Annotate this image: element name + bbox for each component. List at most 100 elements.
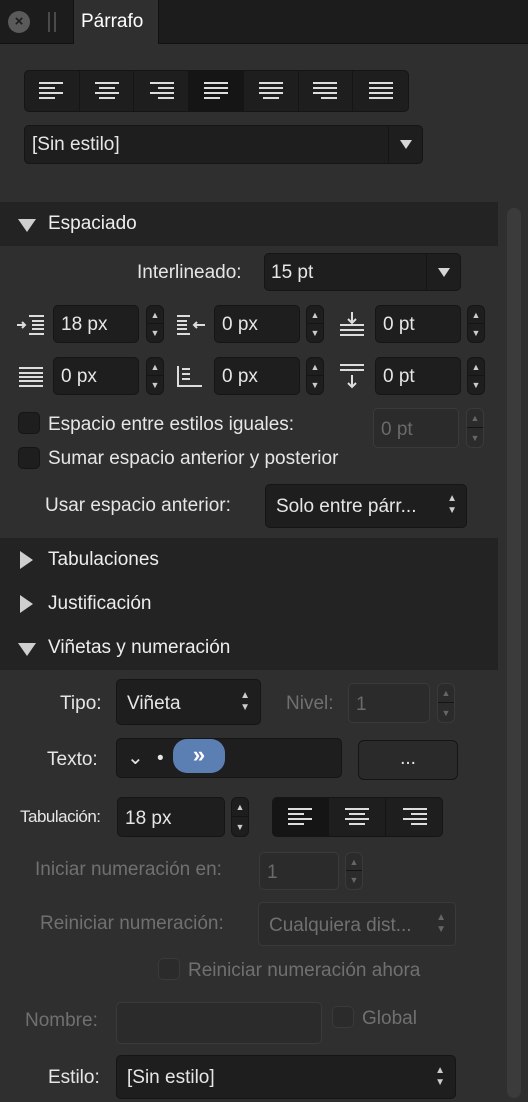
use-before-value: Solo entre párr... xyxy=(276,496,417,517)
type-value: Viñeta xyxy=(127,693,181,714)
drag-handle-icon[interactable] xyxy=(48,12,56,32)
justify-right-icon xyxy=(313,82,338,99)
style-dropdown[interactable]: [Sin estilo] ▲ ▼ xyxy=(116,1055,456,1099)
chevron-down-icon xyxy=(426,254,460,290)
left-indent-input[interactable]: 18 px xyxy=(53,305,139,343)
align-center-button[interactable] xyxy=(80,71,135,111)
global-checkbox xyxy=(332,1006,354,1028)
justify-left-button[interactable] xyxy=(189,71,244,111)
style-label: Estilo: xyxy=(48,1067,100,1088)
triangle-down-icon xyxy=(18,643,36,656)
level-label: Nivel: xyxy=(286,693,334,714)
section-bullets[interactable]: Viñetas y numeración xyxy=(0,626,498,670)
bullet-align-center-button[interactable] xyxy=(329,798,386,836)
tab-input[interactable]: 18 px xyxy=(117,797,225,837)
start-numbering-label: Iniciar numeración en: xyxy=(35,859,222,880)
bullet-dropdown-icon[interactable]: ⌄ xyxy=(127,745,144,770)
first-line-indent-stepper[interactable]: ▲ ▼ xyxy=(306,305,324,343)
section-tabs[interactable]: Tabulaciones xyxy=(0,538,498,582)
align-left-button[interactable] xyxy=(25,71,80,111)
updown-chevron-icon: ▲ ▼ xyxy=(240,690,250,713)
align-right-button[interactable] xyxy=(134,71,190,111)
scrollbar[interactable] xyxy=(507,208,521,1098)
align-right-icon xyxy=(402,808,427,825)
global-label: Global xyxy=(362,1008,417,1029)
first-line-indent-input[interactable]: 0 px xyxy=(214,305,300,343)
last-line-indent-icon xyxy=(176,364,206,390)
align-left-icon xyxy=(38,82,63,99)
restart-now-label: Reiniciar numeración ahora xyxy=(188,960,421,981)
text-label: Texto: xyxy=(47,749,98,770)
close-icon[interactable]: × xyxy=(8,11,30,33)
use-before-dropdown[interactable]: Solo entre párr... ▲ ▼ xyxy=(265,484,467,528)
right-indent-icon xyxy=(17,364,45,390)
use-before-label: Usar espacio anterior: xyxy=(45,495,231,516)
sum-spacing-checkbox[interactable] xyxy=(18,447,40,469)
start-numbering-stepper: ▲ ▼ xyxy=(345,852,363,890)
alignment-group xyxy=(24,70,409,112)
restart-now-checkbox xyxy=(158,958,180,980)
updown-chevron-icon: ▲ ▼ xyxy=(436,912,446,935)
paragraph-style-dropdown[interactable]: [Sin estilo] xyxy=(24,125,423,164)
same-styles-input: 0 pt xyxy=(373,408,459,448)
space-after-input[interactable]: 0 pt xyxy=(375,357,461,395)
level-stepper: ▲ ▼ xyxy=(437,683,455,723)
paragraph-style-value: [Sin estilo] xyxy=(32,134,120,155)
restart-numbering-dropdown: Cualquiera dist... ▲ ▼ xyxy=(258,902,456,946)
bullet-text-field[interactable]: ⌄ • » xyxy=(116,738,342,778)
justify-center-icon xyxy=(258,82,283,99)
same-styles-checkbox[interactable] xyxy=(18,412,40,434)
align-left-icon xyxy=(287,808,312,825)
section-justification[interactable]: Justificación xyxy=(0,582,498,626)
section-spacing[interactable]: Espaciado xyxy=(0,202,498,246)
leading-value: 15 pt xyxy=(271,262,314,283)
justify-right-button[interactable] xyxy=(299,71,354,111)
first-line-indent-icon xyxy=(176,312,206,338)
section-spacing-label: Espaciado xyxy=(48,213,137,234)
insert-field-pill[interactable]: » xyxy=(173,739,225,773)
leading-dropdown[interactable]: 15 pt xyxy=(264,253,461,291)
right-indent-input[interactable]: 0 px xyxy=(53,357,139,395)
last-line-indent-input[interactable]: 0 px xyxy=(214,357,300,395)
right-indent-stepper[interactable]: ▲ ▼ xyxy=(146,357,164,395)
start-numbering-input: 1 xyxy=(259,852,339,890)
tab-paragraph[interactable]: Párrafo xyxy=(73,0,159,44)
name-input xyxy=(116,1002,322,1044)
updown-chevron-icon: ▲ ▼ xyxy=(447,493,457,516)
space-before-stepper[interactable]: ▲ ▼ xyxy=(467,305,485,343)
justify-center-button[interactable] xyxy=(244,71,299,111)
left-indent-icon xyxy=(17,312,45,338)
bullet-align-left-button[interactable] xyxy=(273,798,330,836)
section-tabs-label: Tabulaciones xyxy=(48,549,159,570)
last-line-indent-stepper[interactable]: ▲ ▼ xyxy=(306,357,324,395)
justify-left-icon xyxy=(204,82,229,99)
section-bullets-label: Viñetas y numeración xyxy=(48,637,231,658)
name-label: Nombre: xyxy=(25,1010,98,1031)
space-before-icon xyxy=(338,310,366,338)
level-input: 1 xyxy=(348,683,430,723)
triangle-down-icon xyxy=(18,219,36,232)
triangle-right-icon xyxy=(20,551,33,569)
left-indent-stepper[interactable]: ▲ ▼ xyxy=(146,305,164,343)
section-justification-label: Justificación xyxy=(48,593,152,614)
justify-all-button[interactable] xyxy=(353,71,408,111)
bullet-character: • xyxy=(157,748,164,769)
restart-numbering-label: Reiniciar numeración: xyxy=(40,913,224,934)
justify-all-icon xyxy=(368,82,393,99)
leading-label: Interlineado: xyxy=(137,262,242,283)
tab-stepper[interactable]: ▲ ▼ xyxy=(231,797,249,837)
type-dropdown[interactable]: Viñeta ▲ ▼ xyxy=(116,679,261,725)
more-options-button[interactable]: ... xyxy=(358,740,458,780)
space-before-input[interactable]: 0 pt xyxy=(375,305,461,343)
type-label: Tipo: xyxy=(60,693,102,714)
bullet-align-right-button[interactable] xyxy=(386,798,442,836)
same-styles-label: Espacio entre estilos iguales: xyxy=(48,414,295,435)
align-right-icon xyxy=(150,82,175,99)
chevron-down-icon xyxy=(388,126,422,163)
space-after-stepper[interactable]: ▲ ▼ xyxy=(467,357,485,395)
same-styles-stepper: ▲ ▼ xyxy=(466,408,484,448)
triangle-right-icon xyxy=(20,595,33,613)
style-value: [Sin estilo] xyxy=(127,1067,215,1088)
space-after-icon xyxy=(338,362,366,390)
updown-chevron-icon: ▲ ▼ xyxy=(435,1065,445,1088)
